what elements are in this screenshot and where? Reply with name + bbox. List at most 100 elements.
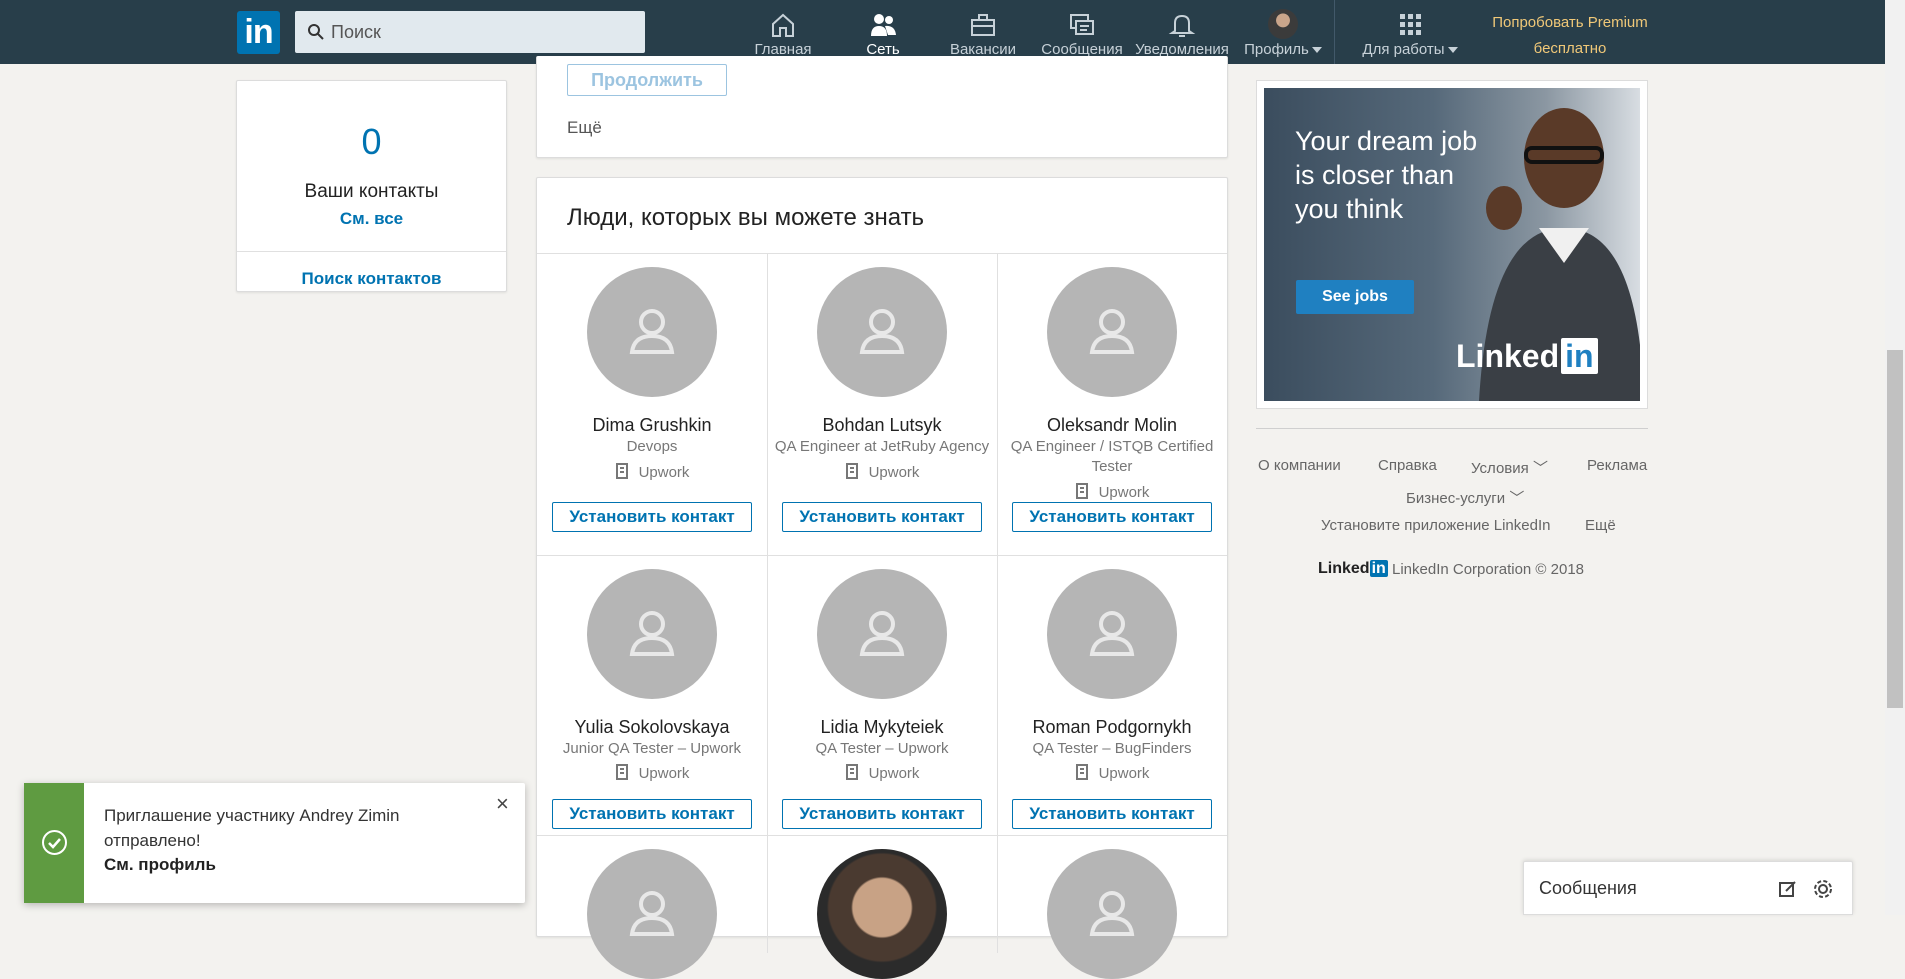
see-jobs-button[interactable]: See jobs bbox=[1296, 280, 1414, 314]
person-name[interactable]: Dima Grushkin bbox=[537, 415, 767, 436]
ad-image: Your dream job is closer than you think … bbox=[1264, 88, 1640, 401]
footer-link-about[interactable]: О компании bbox=[1258, 457, 1341, 474]
nav-for-business[interactable]: Для работы bbox=[1355, 0, 1465, 64]
nav-profile[interactable]: Профиль bbox=[1240, 0, 1326, 64]
profile-photo[interactable] bbox=[587, 849, 717, 979]
profile-photo[interactable] bbox=[587, 569, 717, 699]
company-name: Upwork bbox=[638, 765, 690, 782]
person-card: Bohdan Lutsyk QA Engineer at JetRuby Age… bbox=[767, 253, 997, 555]
avatar bbox=[1268, 9, 1298, 39]
nav-profile-label: Профиль bbox=[1244, 41, 1309, 58]
connect-button[interactable]: Установить контакт bbox=[1012, 502, 1212, 532]
person-name[interactable]: Roman Podgornykh bbox=[997, 717, 1227, 738]
person-card: Dima Grushkin Devops Upwork Установить к… bbox=[537, 253, 767, 555]
chevron-down-icon bbox=[1311, 47, 1322, 54]
person-icon bbox=[859, 611, 905, 656]
person-title: Junior QA Tester – Upwork bbox=[562, 740, 742, 757]
scrollbar[interactable] bbox=[1885, 0, 1905, 915]
profile-photo[interactable] bbox=[1047, 569, 1177, 699]
messaging-bar[interactable]: Сообщения bbox=[1523, 861, 1853, 915]
connect-button[interactable]: Установить контакт bbox=[782, 502, 982, 532]
building-icon bbox=[845, 463, 858, 479]
person-name[interactable]: Lidia Mykyteiek bbox=[767, 717, 997, 738]
person-card: Lidia Mykyteiek QA Tester – Upwork Upwor… bbox=[767, 555, 997, 835]
divider bbox=[1256, 428, 1648, 429]
nav-profile-label-wrap: Профиль bbox=[1240, 41, 1326, 58]
connections-count[interactable]: 0 bbox=[237, 121, 506, 163]
continue-button[interactable]: Продолжить bbox=[567, 64, 727, 96]
footer-linkedin-logo: Linked in bbox=[1318, 560, 1388, 578]
connect-button[interactable]: Установить контакт bbox=[552, 502, 752, 532]
premium-link[interactable]: Попробовать Premium бесплатно bbox=[1480, 10, 1660, 62]
connect-button[interactable]: Установить контакт bbox=[782, 799, 982, 829]
nav-network[interactable]: Сеть bbox=[833, 0, 933, 64]
person-icon bbox=[1089, 611, 1135, 656]
nav-home[interactable]: Главная bbox=[743, 0, 823, 64]
chevron-down-icon: ﹀ bbox=[1532, 460, 1548, 477]
divider bbox=[237, 251, 506, 252]
footer-link-terms[interactable]: Условия ﹀ bbox=[1471, 457, 1548, 478]
person-name[interactable]: Yulia Sokolovskaya bbox=[537, 717, 767, 738]
connect-button[interactable]: Установить контакт bbox=[552, 799, 752, 829]
nav-jobs[interactable]: Вакансии bbox=[943, 0, 1023, 64]
profile-photo[interactable] bbox=[817, 569, 947, 699]
profile-photo[interactable] bbox=[587, 267, 717, 397]
search-input[interactable] bbox=[329, 11, 629, 53]
footer-brand-in: in bbox=[1369, 560, 1388, 577]
nav-notifications[interactable]: Уведомления bbox=[1134, 0, 1230, 64]
chevron-down-icon: ﹀ bbox=[1509, 490, 1525, 507]
footer-link-more[interactable]: Ещё bbox=[1585, 517, 1616, 534]
building-icon bbox=[1075, 764, 1088, 780]
ad-logo-text: Linked bbox=[1456, 338, 1560, 374]
person-icon bbox=[1089, 891, 1135, 936]
person-title: QA Tester – BugFinders bbox=[1032, 740, 1192, 757]
home-icon bbox=[772, 13, 794, 37]
person-name[interactable]: Oleksandr Molin bbox=[997, 415, 1227, 436]
invite-sent-toast: Приглашение участнику Andrey Zimin отпра… bbox=[24, 783, 525, 903]
compose-icon[interactable] bbox=[1778, 879, 1798, 899]
profile-photo[interactable] bbox=[817, 849, 947, 979]
profile-photo[interactable] bbox=[1047, 849, 1177, 979]
building-icon bbox=[615, 764, 628, 780]
company-name: Upwork bbox=[868, 765, 920, 782]
person-icon bbox=[1089, 309, 1135, 354]
company-name: Upwork bbox=[1098, 484, 1150, 501]
company-name: Upwork bbox=[1098, 765, 1150, 782]
nav-messaging[interactable]: Сообщения bbox=[1036, 0, 1128, 64]
profile-photo[interactable] bbox=[1047, 267, 1177, 397]
connections-title: Ваши контакты bbox=[304, 181, 439, 202]
person-card bbox=[767, 835, 997, 979]
person-name[interactable]: Bohdan Lutsyk bbox=[767, 415, 997, 436]
gear-icon[interactable] bbox=[1812, 878, 1834, 900]
see-all-link[interactable]: См. все bbox=[237, 209, 506, 229]
find-contacts-link[interactable]: Поиск контактов bbox=[237, 269, 506, 289]
person-company: Upwork bbox=[537, 764, 767, 782]
person-card bbox=[997, 835, 1227, 979]
search-icon bbox=[308, 24, 324, 40]
checkmark-icon bbox=[42, 830, 67, 855]
building-icon bbox=[1075, 483, 1088, 499]
person-title: QA Engineer at JetRuby Agency bbox=[774, 438, 990, 455]
top-nav: in Главная Сеть Вакансии Сообщения Уведо… bbox=[0, 0, 1905, 64]
linkedin-logo[interactable]: in bbox=[237, 11, 280, 54]
footer-link-help[interactable]: Справка bbox=[1378, 457, 1437, 474]
jobs-icon bbox=[971, 14, 995, 36]
company-name: Upwork bbox=[868, 464, 920, 481]
person-icon bbox=[629, 309, 675, 354]
nav-business-label: Для работы bbox=[1362, 41, 1445, 58]
footer-link-business[interactable]: Бизнес-услуги ﹀ bbox=[1406, 487, 1524, 508]
see-profile-link[interactable]: См. профиль bbox=[104, 855, 216, 875]
job-ad[interactable]: Your dream job is closer than you think … bbox=[1256, 80, 1648, 409]
person-card: Yulia Sokolovskaya Junior QA Tester – Up… bbox=[537, 555, 767, 835]
profile-photo[interactable] bbox=[817, 267, 947, 397]
more-link[interactable]: Ещё bbox=[567, 118, 602, 138]
footer-link-app[interactable]: Установите приложение LinkedIn bbox=[1321, 517, 1550, 534]
search-box[interactable] bbox=[295, 11, 645, 53]
connect-button[interactable]: Установить контакт bbox=[1012, 799, 1212, 829]
linkedin-ad-logo: Linked in bbox=[1456, 338, 1598, 375]
footer-link-terms-label: Условия bbox=[1471, 460, 1529, 477]
scrollbar-thumb[interactable] bbox=[1887, 350, 1903, 708]
footer-link-ads[interactable]: Реклама bbox=[1587, 457, 1647, 474]
close-icon[interactable]: × bbox=[496, 791, 509, 817]
person-icon bbox=[629, 891, 675, 936]
